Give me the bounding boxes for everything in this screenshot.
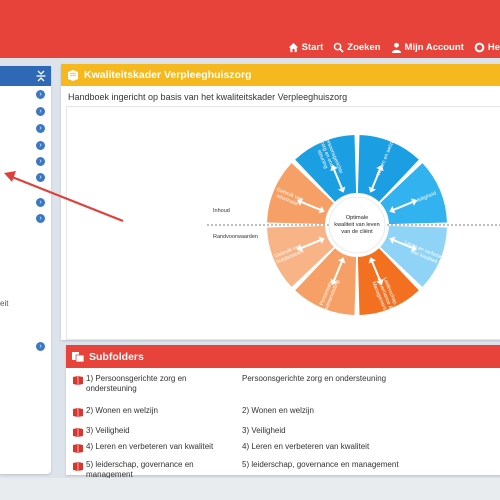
help-lifebuoy-icon: [474, 42, 485, 52]
book-icon: [73, 428, 83, 437]
subfolder-description: 2) Wonen en welzijn: [242, 406, 314, 415]
folder-icon: [72, 351, 85, 362]
nav-start[interactable]: Start: [283, 42, 329, 53]
subfolder-description: 3) Veiligheid: [242, 426, 286, 435]
sidebar-expand-icon[interactable]: ›: [36, 90, 45, 99]
top-bar: Start Zoeken Mijn Account He: [0, 0, 500, 58]
main-panel: Kwaliteitskader Verpleeghuiszorg Handboe…: [61, 64, 500, 340]
collapse-icon[interactable]: [35, 69, 47, 83]
sidebar-expand-icon[interactable]: ›: [36, 157, 45, 166]
inhoud-label: Inhoud: [213, 208, 230, 214]
subfolders-header: Subfolders: [66, 345, 500, 368]
subfolder-link[interactable]: 1) Persoonsgerichte zorg en ondersteunin…: [86, 374, 236, 394]
subfolder-link[interactable]: 5) leiderschap, governance en management: [86, 460, 236, 480]
book-icon: [73, 444, 83, 453]
subfolders-title: Subfolders: [89, 350, 144, 363]
subfolder-link[interactable]: 2) Wonen en welzijn: [86, 406, 236, 416]
book-icon: [73, 462, 83, 471]
search-icon: [334, 42, 344, 53]
sidebar-item-label[interactable]: eit: [0, 299, 8, 308]
bottom-bar: [0, 478, 500, 500]
top-navigation: Start Zoeken Mijn Account He: [283, 38, 500, 56]
nav-help-label: He: [487, 41, 500, 53]
sidebar-expand-icon[interactable]: ›: [36, 214, 45, 223]
sidebar-expand-icon[interactable]: ›: [36, 198, 45, 207]
nav-start-label: Start: [301, 41, 324, 53]
sidebar-panel: › › › › › › › › › eit: [0, 66, 51, 474]
sidebar-expand-icon[interactable]: ›: [36, 342, 45, 351]
nav-zoeken-label: Zoeken: [347, 41, 381, 53]
book-icon: [68, 70, 78, 81]
nav-help[interactable]: He: [469, 42, 500, 53]
subfolder-description: 4) Leren en verbeteren van kwaliteit: [242, 442, 370, 451]
quality-wheel: Wonen en welzijnVeiligheidLeren en verbe…: [207, 135, 500, 315]
nav-mijn-account-label: Mijn Account: [404, 41, 464, 53]
subfolder-link[interactable]: 4) Leren en verbeteren van kwaliteit: [86, 442, 236, 452]
subfolder-description: 5) leiderschap, governance en management: [242, 460, 399, 469]
user-icon: [391, 42, 401, 53]
sidebar-expand-icon[interactable]: ›: [36, 107, 45, 116]
sidebar-expand-icon[interactable]: ›: [36, 124, 45, 133]
nav-zoeken[interactable]: Zoeken: [328, 42, 385, 53]
book-icon: [73, 376, 83, 385]
subfolders-panel: Subfolders 1) Persoonsgerichte zorg en o…: [66, 345, 500, 479]
subfolder-description: Persoonsgerichte zorg en ondersteuning: [242, 374, 387, 383]
sidebar-expand-icon[interactable]: ›: [36, 173, 45, 182]
sidebar-expand-icon[interactable]: ›: [36, 141, 45, 150]
main-panel-title: Kwaliteitskader Verpleeghuiszorg: [84, 69, 252, 81]
main-panel-header: Kwaliteitskader Verpleeghuiszorg: [61, 64, 500, 86]
subfolder-link[interactable]: 3) Veiligheid: [86, 426, 236, 436]
book-icon: [73, 408, 83, 417]
home-icon: [288, 42, 298, 52]
quality-framework-diagram: Wonen en welzijn Veiligheid Leren en verbe…: [66, 106, 500, 340]
sidebar-header: [0, 66, 51, 86]
main-panel-subtitle: Handboek ingericht op basis van het kwal…: [68, 92, 348, 102]
nav-mijn-account[interactable]: Mijn Account: [386, 42, 469, 53]
randvoorwaarden-label: Randvoorwaarden: [213, 234, 258, 240]
